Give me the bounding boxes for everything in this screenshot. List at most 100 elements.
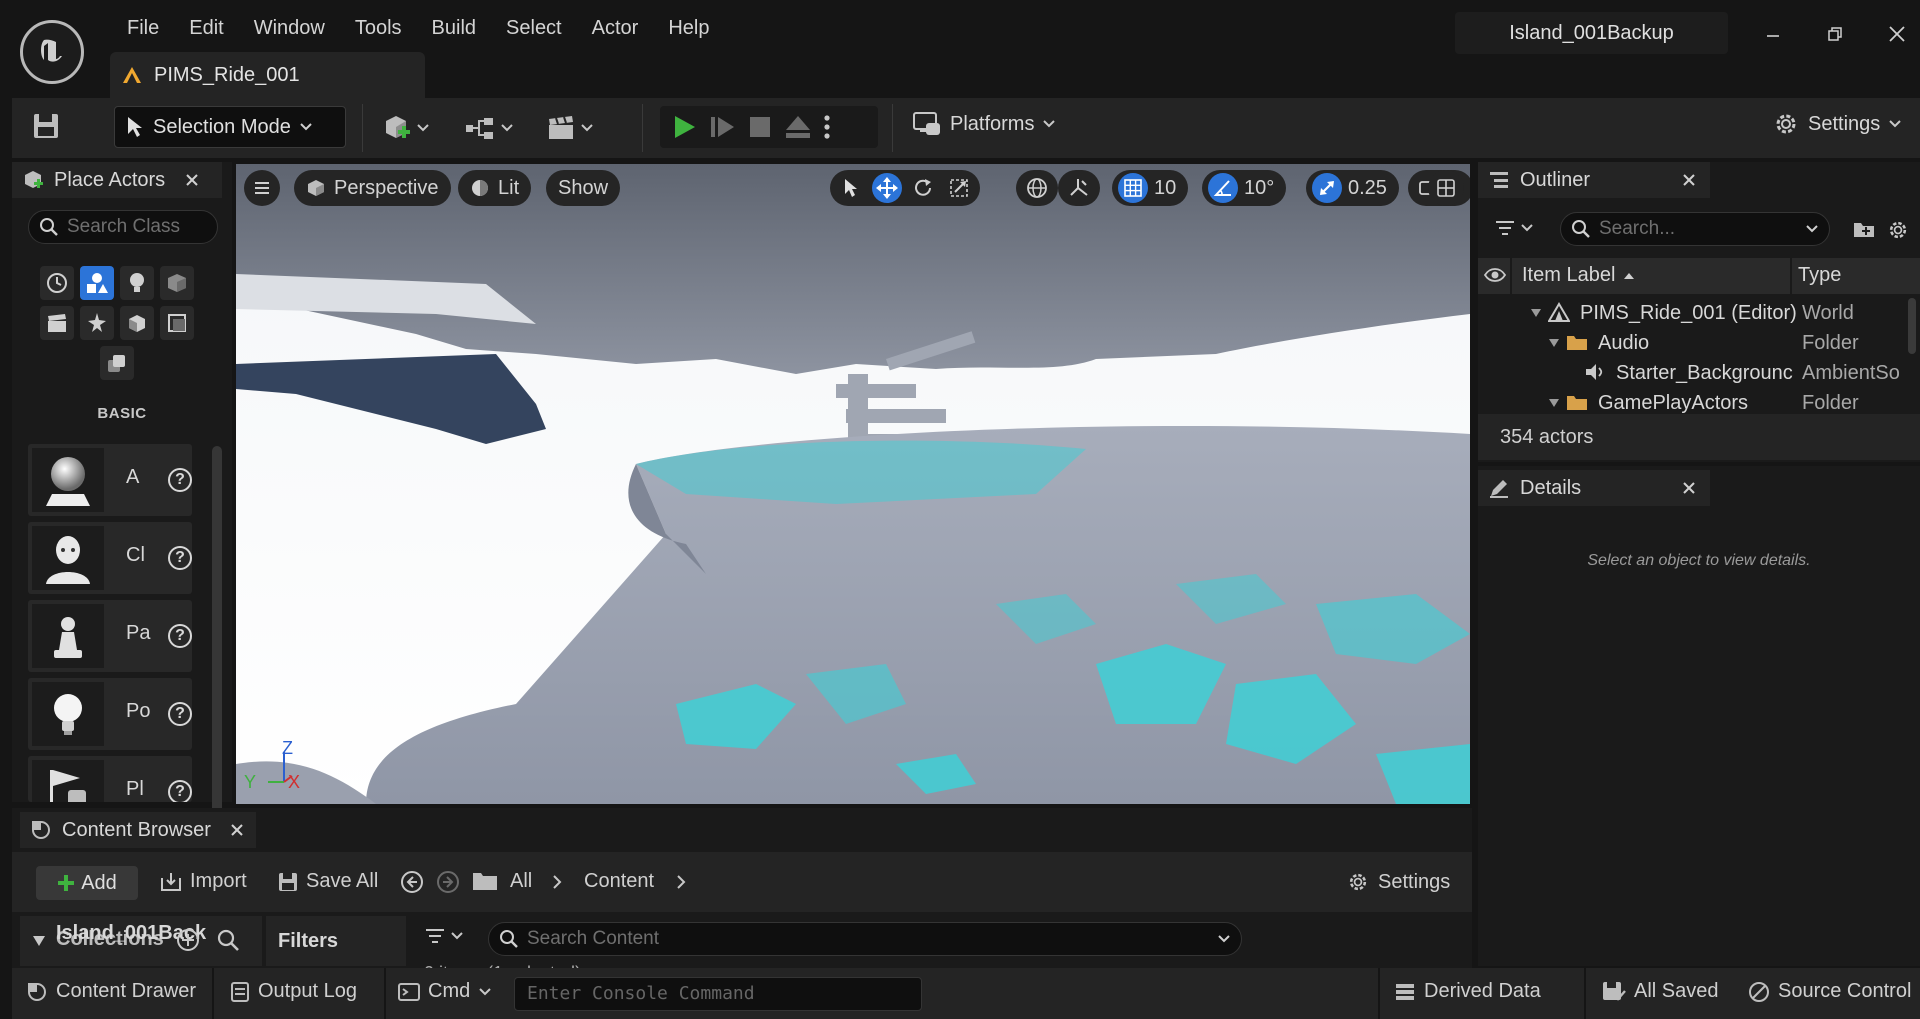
select-cursor-icon[interactable]	[836, 173, 866, 203]
add-button[interactable]: Add	[36, 866, 138, 900]
close-icon[interactable]	[1682, 481, 1696, 495]
recent-category-icon[interactable]	[40, 266, 74, 300]
eye-icon[interactable]	[1484, 266, 1506, 284]
content-drawer-button[interactable]: Content Drawer	[26, 980, 196, 1003]
output-log-button[interactable]: Output Log	[230, 980, 357, 1003]
add-folder-icon[interactable]	[1852, 218, 1876, 240]
help-icon[interactable]: ?	[168, 624, 192, 648]
filters-panel[interactable]: Filters	[266, 916, 406, 966]
menu-window[interactable]: Window	[239, 17, 340, 40]
help-icon[interactable]: ?	[168, 780, 192, 802]
settings-dropdown[interactable]: Settings	[1772, 110, 1902, 138]
add-collection-icon[interactable]	[176, 928, 200, 952]
close-icon[interactable]	[1682, 173, 1696, 187]
show-button[interactable]: Show	[546, 170, 621, 206]
viewport-menu-button[interactable]	[244, 170, 280, 206]
content-filter-dropdown[interactable]	[424, 926, 464, 946]
expand-arrow-icon[interactable]	[1530, 308, 1542, 318]
content-browser-settings-button[interactable]: Settings	[1346, 870, 1450, 894]
actor-item-character[interactable]: Cl ?	[28, 522, 192, 594]
expand-arrow-icon[interactable]	[1548, 398, 1560, 408]
play-icon[interactable]	[670, 113, 698, 141]
outliner-filter-dropdown[interactable]	[1494, 218, 1534, 238]
place-actors-tab[interactable]: Place Actors	[12, 162, 222, 198]
geometry-category-icon[interactable]	[120, 306, 154, 340]
outliner-search-input[interactable]: Search...	[1560, 212, 1830, 246]
actor-item-pawn[interactable]: Pa ?	[28, 600, 192, 672]
minimize-button[interactable]	[1748, 14, 1798, 54]
search-class-input[interactable]: Search Class	[28, 210, 218, 244]
chevron-right-icon[interactable]	[552, 874, 562, 890]
all-saved-button[interactable]: All Saved	[1602, 980, 1719, 1003]
menu-select[interactable]: Select	[491, 17, 577, 40]
surface-snapping-toggle[interactable]	[1058, 170, 1100, 206]
close-window-button[interactable]	[1872, 14, 1920, 54]
chevron-right-icon[interactable]	[676, 874, 686, 890]
menu-file[interactable]: File	[112, 17, 174, 40]
save-all-button[interactable]: Save All	[278, 870, 378, 893]
menu-help[interactable]: Help	[653, 17, 724, 40]
outliner-settings-gear-icon[interactable]	[1886, 218, 1910, 242]
folder-icon[interactable]	[472, 870, 498, 892]
help-icon[interactable]: ?	[168, 702, 192, 726]
level-viewport[interactable]: Perspective Lit Show 10 10° 0.25 Z Y X	[236, 164, 1470, 804]
tree-row-folder[interactable]: Audio Folder	[1478, 328, 1908, 358]
path-all[interactable]: All	[510, 870, 532, 893]
lit-button[interactable]: Lit	[458, 170, 532, 206]
stop-icon[interactable]	[746, 113, 774, 141]
blueprint-dropdown[interactable]	[464, 110, 514, 146]
help-icon[interactable]: ?	[168, 468, 192, 492]
forward-arrow-icon[interactable]	[436, 870, 460, 894]
volumes-category-icon[interactable]	[160, 306, 194, 340]
actor-item-player-start[interactable]: Pl ?	[28, 756, 192, 802]
menu-tools[interactable]: Tools	[340, 17, 417, 40]
console-command-input[interactable]: Enter Console Command	[514, 977, 922, 1011]
collapse-arrow-icon[interactable]	[32, 934, 46, 948]
menu-actor[interactable]: Actor	[577, 17, 654, 40]
details-tab[interactable]: Details	[1478, 470, 1710, 506]
tree-row-world[interactable]: PIMS_Ride_001 (Editor) World	[1478, 298, 1908, 328]
restore-button[interactable]	[1810, 14, 1860, 54]
help-icon[interactable]: ?	[168, 546, 192, 570]
cmd-dropdown[interactable]: Cmd	[398, 980, 492, 1003]
tree-row-actor[interactable]: Starter_Backgrounc AmbientSo	[1478, 358, 1908, 388]
platforms-dropdown[interactable]: Platforms	[912, 110, 1056, 138]
viewport-layout-button[interactable]	[1428, 170, 1464, 206]
rotation-snap-toggle[interactable]: 10°	[1202, 170, 1287, 206]
eject-icon[interactable]	[784, 113, 812, 141]
close-icon[interactable]	[185, 173, 199, 187]
content-browser-tab[interactable]: Content Browser	[20, 812, 256, 848]
shapes-category-icon[interactable]	[160, 266, 194, 300]
cinematics-dropdown[interactable]	[546, 110, 594, 146]
source-control-button[interactable]: Source Control	[1748, 980, 1911, 1003]
unreal-logo-icon[interactable]	[20, 20, 84, 84]
actor-item-point-light[interactable]: Po ?	[28, 678, 192, 750]
selection-mode-dropdown[interactable]: Selection Mode	[114, 106, 346, 148]
scale-snap-toggle[interactable]: 0.25	[1306, 170, 1399, 206]
visual-effects-category-icon[interactable]	[80, 306, 114, 340]
coordinate-space-toggle[interactable]	[1016, 170, 1058, 206]
scale-icon[interactable]	[944, 173, 974, 203]
place-actors-scrollbar[interactable]	[212, 446, 222, 856]
save-icon[interactable]	[32, 112, 60, 140]
lights-category-icon[interactable]	[120, 266, 154, 300]
basic-category-icon[interactable]	[80, 266, 114, 300]
expand-arrow-icon[interactable]	[1548, 338, 1560, 348]
actor-item-empty-actor[interactable]: A ?	[28, 444, 192, 516]
rotate-icon[interactable]	[908, 173, 938, 203]
outliner-tab[interactable]: Outliner	[1478, 162, 1710, 198]
all-classes-category-icon[interactable]	[100, 346, 134, 380]
import-button[interactable]: Import	[160, 870, 247, 893]
collections-label[interactable]: Collections	[56, 928, 164, 951]
close-icon[interactable]	[230, 823, 244, 837]
search-content-input[interactable]: Search Content	[488, 922, 1242, 956]
outliner-scrollbar[interactable]	[1908, 298, 1916, 354]
more-options-icon[interactable]	[822, 113, 832, 141]
derived-data-button[interactable]: Derived Data	[1394, 980, 1541, 1003]
translate-icon[interactable]	[872, 173, 902, 203]
menu-edit[interactable]: Edit	[174, 17, 238, 40]
search-icon[interactable]	[216, 928, 240, 952]
perspective-button[interactable]: Perspective	[294, 170, 451, 206]
item-label-column[interactable]: Item Label	[1522, 264, 1635, 287]
add-actor-dropdown[interactable]	[382, 110, 430, 146]
